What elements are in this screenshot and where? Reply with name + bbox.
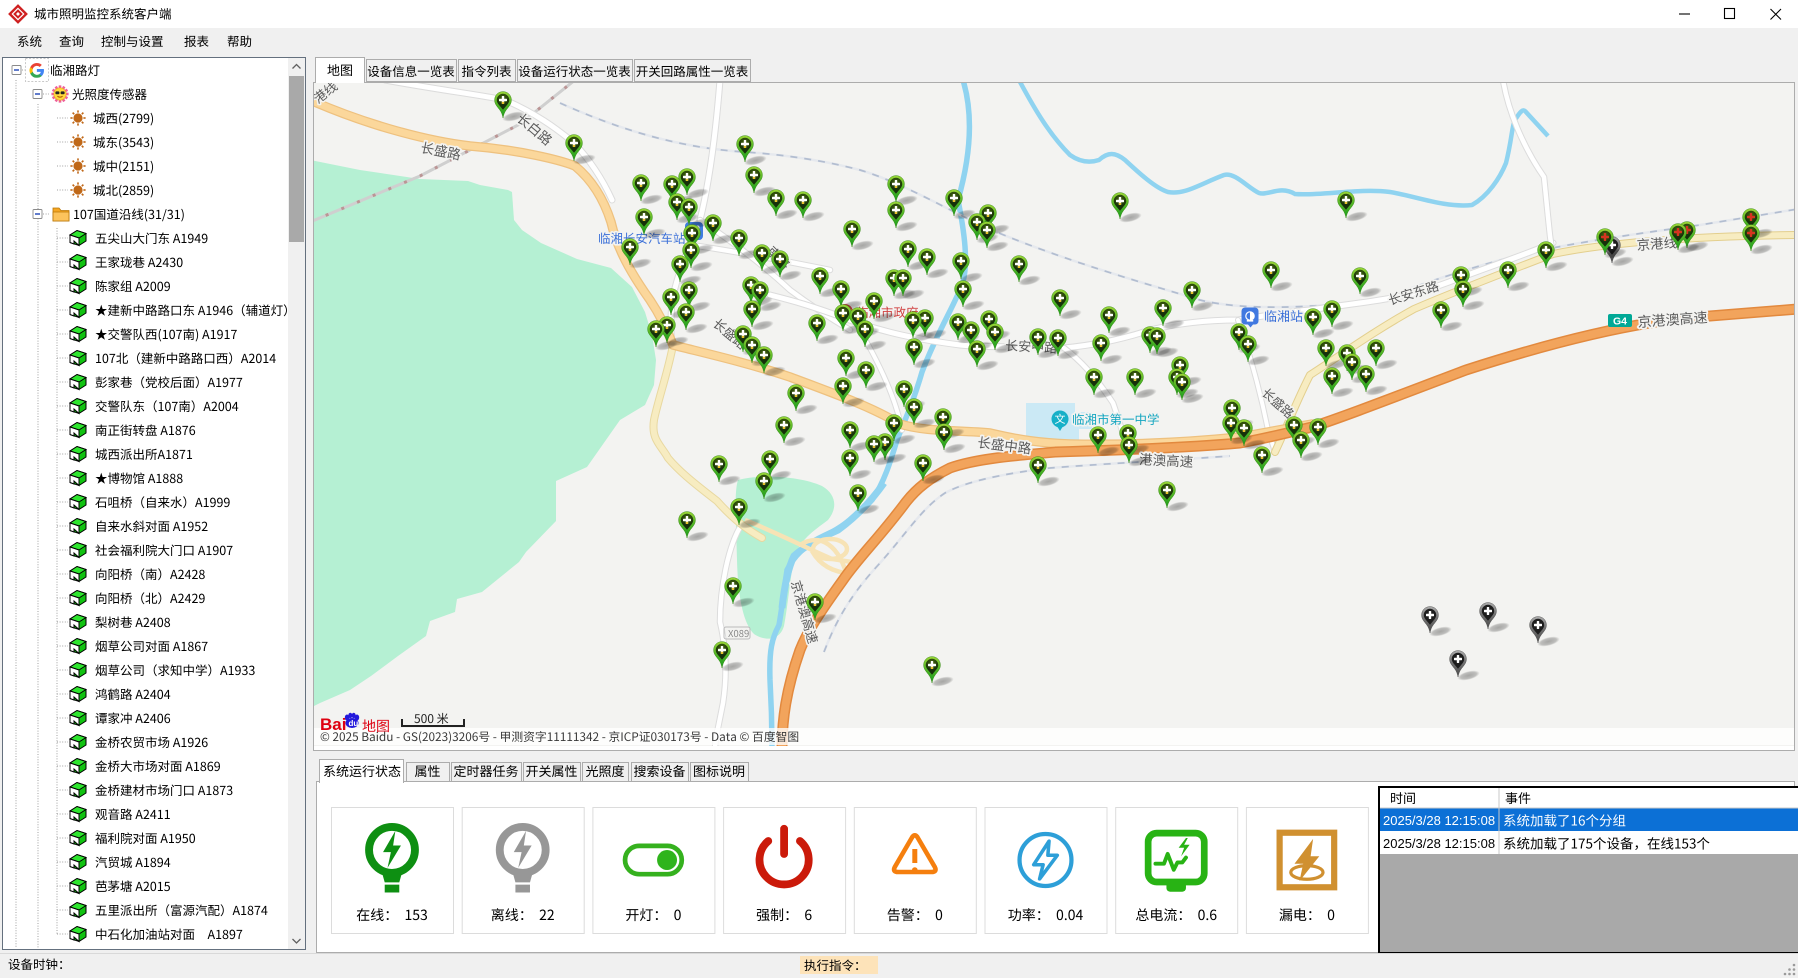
svg-text:2025/3/28 12:15:08: 2025/3/28 12:15:08 bbox=[1383, 836, 1495, 851]
svg-text:G4: G4 bbox=[1613, 316, 1627, 328]
svg-text:du: du bbox=[349, 719, 359, 728]
svg-text:2025/3/28 12:15:08: 2025/3/28 12:15:08 bbox=[1383, 813, 1495, 828]
